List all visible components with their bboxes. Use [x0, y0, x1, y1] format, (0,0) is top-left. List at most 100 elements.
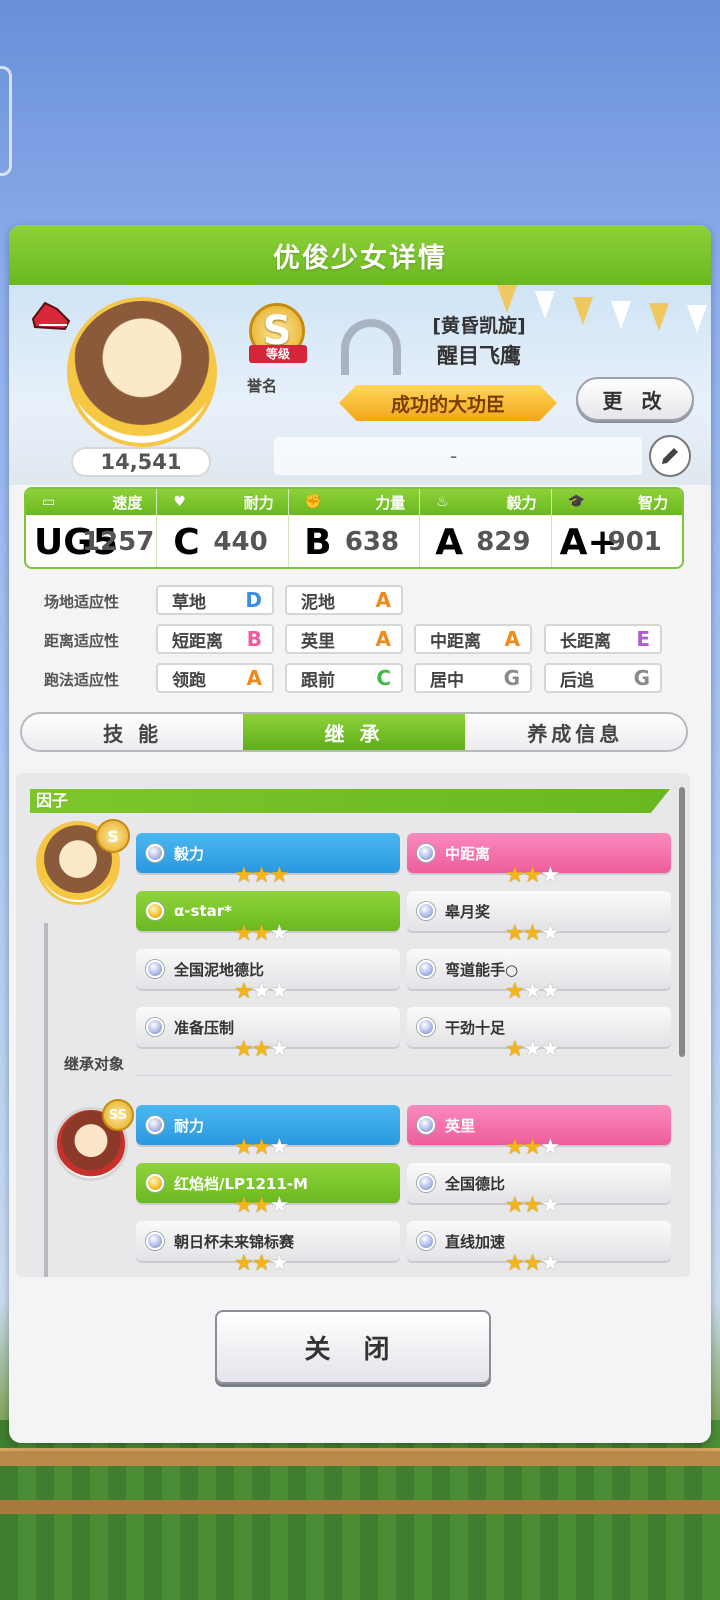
aptitude-item: 泥地 A: [285, 585, 403, 615]
star-icon: ★: [234, 1135, 254, 1160]
aptitude-grade: B: [246, 627, 262, 651]
aptitude-grade: A: [375, 627, 391, 651]
factor-orb-icon: [146, 1018, 164, 1036]
stat-body: A 829: [420, 515, 550, 567]
star-icon: ★: [234, 921, 254, 946]
tab-2[interactable]: 养成信息: [465, 714, 686, 750]
aptitude-name: 英里: [301, 631, 335, 652]
fence-rail: [0, 1448, 720, 1466]
star-icon: ★: [540, 1193, 560, 1218]
stat-4: 🎓 智力 A+ 901: [551, 489, 682, 567]
stat-grade: B: [304, 521, 332, 563]
factor-name: 干劲十足: [445, 1018, 506, 1037]
stat-1: ♥ 耐力 C 440: [157, 489, 289, 567]
star-icon: ★: [251, 863, 272, 888]
star-icon: ★: [269, 1251, 289, 1276]
rank-badge: S 等级: [241, 303, 313, 373]
factor-panel: 因子 S 继承对象 SS 毅力 ★★★ 中距离 ★★★ α-star* ★★★ 皋月奖 ★★★…: [16, 773, 690, 1277]
comment-field: -: [274, 437, 642, 475]
stat-icon: ▭: [42, 494, 56, 510]
aptitude-name: 跟前: [301, 670, 335, 691]
aptitude-name: 中距离: [430, 631, 481, 652]
stat-icon: 🎓: [567, 494, 586, 510]
racing-shoe-icon: [31, 301, 71, 331]
star-icon: ★: [234, 1037, 254, 1062]
star-icon: ★: [505, 921, 525, 946]
tab-1[interactable]: 继 承: [243, 714, 465, 750]
factor-orb-icon: [146, 902, 164, 920]
aptitude-item: 后追 G: [544, 663, 662, 693]
factor-orb-icon: [417, 1174, 435, 1192]
star-icon: ★: [234, 1251, 254, 1276]
aptitude-name: 短距离: [172, 631, 223, 652]
factor-scrollbar[interactable]: [679, 787, 685, 1057]
factor-stars: ★★★: [234, 1251, 289, 1276]
stats-table: ▭ 速度 UG5 1257 ♥ 耐力 C 440 ✊ 力量 B 638 ♨ 毅力 A 829 🎓 智力 A+ 901: [24, 487, 684, 569]
dialog-title: 优俊少女详情: [9, 225, 711, 285]
star-icon: ★: [251, 1193, 272, 1218]
stat-3: ♨ 毅力 A 829: [420, 489, 552, 567]
character-avatar[interactable]: [67, 297, 217, 447]
factor-orb-icon: [146, 1116, 164, 1134]
star-icon: ★: [269, 979, 289, 1004]
star-icon: ★: [522, 1135, 543, 1160]
star-icon: ★: [540, 979, 560, 1004]
costume-epithet: [黄昏凯旋]: [432, 315, 526, 337]
star-icon: ★: [540, 863, 560, 888]
star-icon: ★: [251, 979, 272, 1004]
stat-0: ▭ 速度 UG5 1257: [26, 489, 158, 567]
factor-title: 因子: [30, 789, 670, 813]
star-icon: ★: [269, 1193, 289, 1218]
stat-body: A+ 901: [552, 515, 682, 567]
factor-orb-icon: [417, 902, 435, 920]
factor-stars: ★★★: [505, 1251, 560, 1276]
star-icon: ★: [251, 1251, 272, 1276]
aptitude-item: 草地 D: [156, 585, 274, 615]
star-icon: ★: [269, 1135, 289, 1160]
stat-value: 638: [344, 527, 400, 557]
star-icon: ★: [540, 921, 560, 946]
star-icon: ★: [522, 1037, 543, 1062]
factor-orb-icon: [417, 1018, 435, 1036]
factor-stars: ★★★: [505, 979, 560, 1004]
factor-stars: ★★★: [234, 1193, 289, 1218]
tab-0[interactable]: 技 能: [22, 714, 243, 750]
aptitude-row-label: 距离适应性: [44, 632, 120, 650]
main-rank-badge: S: [96, 819, 130, 853]
star-icon: ★: [522, 1193, 543, 1218]
character-name-block: [黄昏凯旋] 醒目飞鹰: [409, 311, 549, 370]
factor-name: 直线加速: [445, 1232, 506, 1251]
stat-value: 829: [476, 527, 531, 557]
star-icon: ★: [269, 921, 289, 946]
stat-header: ✊ 力量: [288, 489, 420, 515]
profile-section: 14,541 S 等级 誉名 [黄昏凯旋] 醒目飞鹰 成功的大功臣 更 改 -: [9, 285, 711, 485]
factor-orb-icon: [146, 844, 164, 862]
aptitude-grade: D: [245, 588, 262, 612]
stat-2: ✊ 力量 B 638: [288, 489, 421, 567]
stat-icon: ♥: [173, 494, 186, 510]
aptitude-name: 草地: [172, 592, 206, 613]
stat-grade: A: [435, 521, 464, 563]
factor-stars: ★★★: [234, 1135, 289, 1160]
aptitude-item: 短距离 B: [156, 624, 274, 654]
factor-name: 中距离: [445, 844, 491, 863]
stat-label: 速度: [112, 493, 143, 512]
change-title-button[interactable]: 更 改: [576, 377, 694, 421]
aptitude-grade: A: [375, 588, 391, 612]
window-edge-decoration: [0, 66, 12, 176]
edit-comment-button[interactable]: [649, 435, 691, 477]
stat-label: 毅力: [506, 493, 537, 512]
star-icon: ★: [522, 1251, 543, 1276]
close-button[interactable]: 关 闭: [215, 1310, 491, 1384]
stat-grade: A+: [559, 521, 618, 563]
aptitude-item: 跟前 C: [285, 663, 403, 693]
factor-orb-icon: [417, 960, 435, 978]
stat-value: 1257: [82, 527, 155, 557]
stat-icon: ♨: [436, 494, 449, 510]
fan-count: 14,541: [71, 447, 211, 477]
stat-body: B 638: [289, 515, 419, 567]
factor-stars: ★★★: [505, 1037, 560, 1062]
stat-label: 耐力: [243, 493, 274, 512]
factor-name: 红焰档/LP1211-M: [174, 1174, 308, 1193]
detail-tabs: 技 能继 承养成信息: [20, 712, 688, 752]
